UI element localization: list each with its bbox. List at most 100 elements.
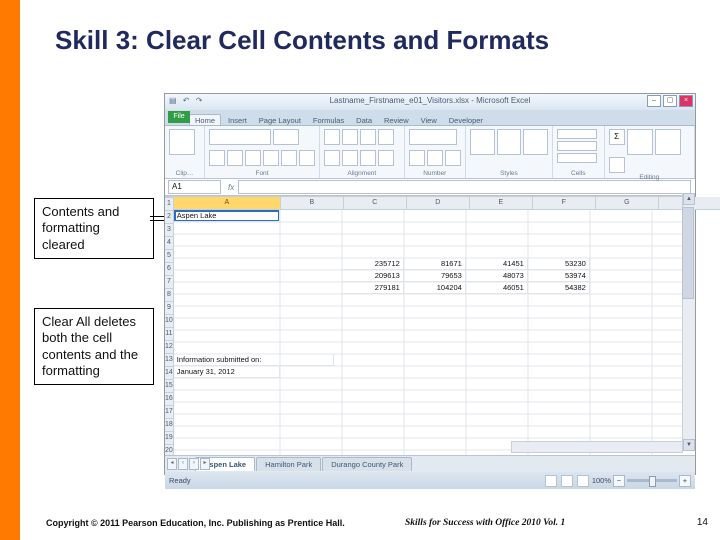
cell-e5[interactable]: 41451: [466, 258, 528, 270]
cell-d5[interactable]: 81671: [404, 258, 466, 270]
tab-home[interactable]: Home: [189, 114, 221, 125]
col-header-a[interactable]: A: [174, 197, 281, 209]
col-header-e[interactable]: E: [470, 197, 533, 209]
cell-f5[interactable]: 53230: [528, 258, 590, 270]
cell-c5[interactable]: 235712: [342, 258, 404, 270]
row-header[interactable]: 19: [165, 432, 173, 445]
align-tl-icon[interactable]: [324, 129, 340, 145]
vertical-scrollbar[interactable]: ▲ ▼: [682, 193, 695, 451]
align-br-icon[interactable]: [360, 150, 376, 166]
close-button[interactable]: ×: [679, 95, 693, 107]
cell-a13[interactable]: Information submitted on:: [174, 354, 334, 366]
row-header[interactable]: 12: [165, 341, 173, 354]
underline-icon[interactable]: [245, 150, 261, 166]
tab-page-layout[interactable]: Page Layout: [254, 115, 306, 125]
cell-f7[interactable]: 54382: [528, 282, 590, 294]
name-box[interactable]: A1: [168, 180, 221, 194]
zoom-out-button[interactable]: −: [613, 475, 625, 487]
col-header-d[interactable]: D: [407, 197, 470, 209]
sheet-tab-durango[interactable]: Durango County Park: [322, 457, 412, 471]
wrap-text-icon[interactable]: [378, 129, 394, 145]
col-header-g[interactable]: G: [596, 197, 659, 209]
scroll-up-icon[interactable]: ▲: [683, 193, 695, 205]
cell-a1[interactable]: Aspen Lake: [174, 210, 280, 222]
delete-icon[interactable]: [557, 141, 597, 151]
find-select-icon[interactable]: [655, 129, 681, 155]
percent-icon[interactable]: [427, 150, 443, 166]
row-header[interactable]: 13: [165, 354, 173, 367]
border-icon[interactable]: [263, 150, 279, 166]
horizontal-scrollbar[interactable]: [511, 441, 683, 453]
first-sheet-icon[interactable]: ◂: [167, 458, 177, 470]
formula-input[interactable]: [238, 180, 691, 194]
row-header[interactable]: 11: [165, 328, 173, 341]
cell-d6[interactable]: 79653: [404, 270, 466, 282]
fill-color-icon[interactable]: [281, 150, 297, 166]
row-header[interactable]: 6: [165, 263, 173, 276]
tab-data[interactable]: Data: [351, 115, 377, 125]
col-header-b[interactable]: B: [281, 197, 344, 209]
row-header[interactable]: 8: [165, 289, 173, 302]
row-header[interactable]: 7: [165, 276, 173, 289]
align-bl-icon[interactable]: [324, 150, 340, 166]
cell-e7[interactable]: 46051: [466, 282, 528, 294]
zoom-knob[interactable]: [649, 476, 656, 487]
font-name-box[interactable]: [209, 129, 271, 145]
last-sheet-icon[interactable]: ▸: [200, 458, 210, 470]
sort-filter-icon[interactable]: [627, 129, 653, 155]
col-header-c[interactable]: C: [344, 197, 407, 209]
col-header-f[interactable]: F: [533, 197, 596, 209]
row-header[interactable]: 3: [165, 224, 173, 237]
format-table-icon[interactable]: [497, 129, 522, 155]
fill-icon[interactable]: [609, 157, 625, 173]
row-header[interactable]: 1: [165, 198, 173, 211]
row-header[interactable]: 2: [165, 211, 173, 224]
row-header[interactable]: 17: [165, 406, 173, 419]
fx-icon[interactable]: fx: [228, 183, 234, 192]
row-header[interactable]: 5: [165, 250, 173, 263]
italic-icon[interactable]: [227, 150, 243, 166]
row-header[interactable]: 18: [165, 419, 173, 432]
scroll-down-icon[interactable]: ▼: [683, 439, 695, 451]
row-header[interactable]: 15: [165, 380, 173, 393]
sheet-tab-hamilton[interactable]: Hamilton Park: [256, 457, 321, 471]
align-tr-icon[interactable]: [360, 129, 376, 145]
cell-f6[interactable]: 53974: [528, 270, 590, 282]
tab-review[interactable]: Review: [379, 115, 414, 125]
font-color-icon[interactable]: [299, 150, 315, 166]
bold-icon[interactable]: [209, 150, 225, 166]
row-header[interactable]: 10: [165, 315, 173, 328]
minimize-button[interactable]: –: [647, 95, 661, 107]
tab-view[interactable]: View: [416, 115, 442, 125]
next-sheet-icon[interactable]: ›: [189, 458, 199, 470]
row-header[interactable]: 4: [165, 237, 173, 250]
cell-a14[interactable]: January 31, 2012: [174, 366, 280, 378]
row-header[interactable]: 9: [165, 302, 173, 315]
grid-body[interactable]: Aspen Lake 235712 81671 41451 53230 2096…: [174, 210, 720, 455]
number-format-box[interactable]: [409, 129, 457, 145]
conditional-fmt-icon[interactable]: [470, 129, 495, 155]
view-layout-icon[interactable]: [561, 475, 573, 487]
cell-c7[interactable]: 279181: [342, 282, 404, 294]
currency-icon[interactable]: [409, 150, 425, 166]
tab-developer[interactable]: Developer: [444, 115, 488, 125]
view-normal-icon[interactable]: [545, 475, 557, 487]
paste-icon[interactable]: [169, 129, 195, 155]
align-tc-icon[interactable]: [342, 129, 358, 145]
maximize-button[interactable]: ▢: [663, 95, 677, 107]
tab-formulas[interactable]: Formulas: [308, 115, 349, 125]
zoom-slider[interactable]: [627, 479, 677, 482]
zoom-in-button[interactable]: +: [679, 475, 691, 487]
view-break-icon[interactable]: [577, 475, 589, 487]
tab-insert[interactable]: Insert: [223, 115, 252, 125]
autosum-icon[interactable]: Σ: [609, 129, 625, 145]
merge-icon[interactable]: [378, 150, 394, 166]
row-header[interactable]: 16: [165, 393, 173, 406]
cell-styles-icon[interactable]: [523, 129, 548, 155]
file-tab[interactable]: File: [168, 111, 190, 123]
font-size-box[interactable]: [273, 129, 299, 145]
scroll-thumb[interactable]: [682, 207, 694, 299]
format-icon[interactable]: [557, 153, 597, 163]
cell-e6[interactable]: 48073: [466, 270, 528, 282]
align-bc-icon[interactable]: [342, 150, 358, 166]
